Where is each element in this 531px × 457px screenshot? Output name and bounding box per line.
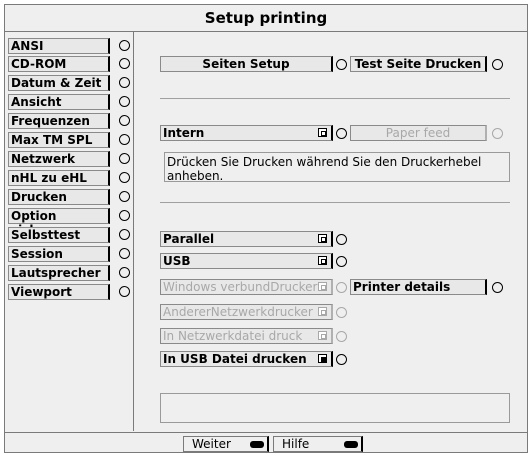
sidebar-item-lautsprecher[interactable]: Lautsprecher: [8, 265, 132, 281]
other-network-radio[interactable]: [336, 307, 347, 318]
usb-file-checkbox-icon[interactable]: [318, 354, 327, 363]
parallel-checkbox-icon[interactable]: [318, 234, 327, 243]
status-box: [160, 393, 510, 423]
sidebar-item-label: Frequenzen: [8, 113, 110, 129]
sidebar-item-max-tm-spl[interactable]: Max TM SPL: [8, 132, 132, 148]
setup-printing-window: Setup printing ANSI CD-ROM Datum & Zeit …: [4, 4, 528, 453]
next-indicator-icon: [250, 441, 264, 448]
sidebar-item-netzwerk[interactable]: Netzwerk: [8, 151, 132, 167]
radio-icon[interactable]: [119, 58, 130, 69]
sidebar-item-ansi[interactable]: ANSI: [8, 38, 132, 54]
sidebar-item-viewport[interactable]: Viewport: [8, 284, 132, 300]
radio-icon[interactable]: [119, 153, 130, 164]
help-indicator-icon: [344, 441, 358, 448]
output-network-file[interactable]: In Netzwerkdatei druck: [160, 328, 333, 344]
paper-feed-radio[interactable]: [492, 128, 503, 139]
test-page-button[interactable]: Test Seite Drucken: [350, 56, 487, 72]
output-usb-file[interactable]: In USB Datei drucken: [160, 351, 333, 367]
separator: [160, 202, 510, 203]
printer-select[interactable]: Intern: [160, 125, 333, 141]
radio-icon[interactable]: [119, 286, 130, 297]
printer-select-radio[interactable]: [336, 128, 347, 139]
radio-icon[interactable]: [119, 191, 130, 202]
network-file-radio[interactable]: [336, 331, 347, 342]
sidebar-item-frequenzen[interactable]: Frequenzen: [8, 113, 132, 129]
windows-network-radio[interactable]: [336, 282, 347, 293]
sidebar-item-drucken[interactable]: Drucken: [8, 189, 132, 205]
sidebar-item-option-sichern[interactable]: Option sichern: [8, 208, 132, 237]
radio-icon[interactable]: [119, 248, 130, 259]
sidebar-item-label: Netzwerk: [8, 151, 110, 167]
sidebar-item-cd-rom[interactable]: CD-ROM: [8, 56, 132, 72]
output-other-network-printer[interactable]: AndererNetzwerkdrucker: [160, 304, 333, 320]
radio-icon[interactable]: [119, 77, 130, 88]
sidebar-item-label: nHL zu eHL: [8, 170, 110, 186]
next-label: Weiter: [192, 437, 231, 451]
sidebar-item-label: CD-ROM: [8, 56, 110, 72]
sidebar-item-label: Datum & Zeit: [8, 75, 110, 91]
sidebar-item-label: Viewport: [8, 284, 110, 300]
radio-icon[interactable]: [119, 115, 130, 126]
radio-icon[interactable]: [119, 40, 130, 51]
sidebar-item-label: Ansicht: [8, 94, 110, 110]
network-file-checkbox-icon[interactable]: [318, 331, 327, 340]
printer-details-button[interactable]: Printer details: [350, 279, 487, 295]
radio-icon[interactable]: [119, 267, 130, 278]
sidebar-item-session[interactable]: Session: [8, 246, 132, 262]
window-title: Setup printing: [5, 5, 527, 32]
sidebar-item-label: Option sichern: [8, 208, 110, 237]
parallel-radio[interactable]: [336, 234, 347, 245]
instruction-message: Drücken Sie Drucken während Sie den Druc…: [164, 152, 510, 183]
usb-file-radio[interactable]: [336, 354, 347, 365]
help-button[interactable]: Hilfe: [273, 436, 363, 452]
sidebar-item-selbsttest[interactable]: Selbsttest: [8, 227, 132, 243]
printer-details-radio[interactable]: [492, 282, 503, 293]
sidebar-item-datum-zeit[interactable]: Datum & Zeit: [8, 75, 132, 91]
sidebar-item-label: Max TM SPL: [8, 132, 110, 148]
radio-icon[interactable]: [119, 172, 130, 183]
sidebar-item-label: Drucken: [8, 189, 110, 205]
sidebar-item-label: Selbsttest: [8, 227, 110, 243]
next-button[interactable]: Weiter: [183, 436, 269, 452]
radio-icon[interactable]: [119, 96, 130, 107]
footer-bar: Weiter Hilfe: [5, 432, 527, 453]
sidebar-item-label: Session: [8, 246, 110, 262]
page-setup-radio[interactable]: [336, 59, 347, 70]
usb-radio[interactable]: [336, 256, 347, 267]
sidebar-item-label: ANSI: [8, 38, 110, 54]
radio-icon[interactable]: [119, 134, 130, 145]
paper-feed-button[interactable]: Paper feed: [350, 125, 487, 141]
windows-network-checkbox-icon[interactable]: [318, 282, 327, 291]
sidebar-item-nhl-zu-ehl[interactable]: nHL zu eHL: [8, 170, 132, 186]
output-windows-network-printer[interactable]: Windows verbundDrucker: [160, 279, 333, 295]
sidebar-item-ansicht[interactable]: Ansicht: [8, 94, 132, 110]
printer-select-checkbox-icon[interactable]: [318, 128, 327, 137]
radio-icon[interactable]: [119, 229, 130, 240]
output-usb[interactable]: USB: [160, 253, 333, 269]
output-parallel[interactable]: Parallel: [160, 231, 333, 247]
radio-icon[interactable]: [119, 210, 130, 221]
sidebar-item-label: Lautsprecher: [8, 265, 110, 281]
help-label: Hilfe: [282, 437, 310, 451]
sidebar-divider: [133, 31, 134, 431]
separator: [160, 98, 510, 99]
other-network-checkbox-icon[interactable]: [318, 307, 327, 316]
usb-checkbox-icon[interactable]: [318, 256, 327, 265]
page-setup-button[interactable]: Seiten Setup: [160, 56, 333, 72]
test-page-radio[interactable]: [492, 59, 503, 70]
